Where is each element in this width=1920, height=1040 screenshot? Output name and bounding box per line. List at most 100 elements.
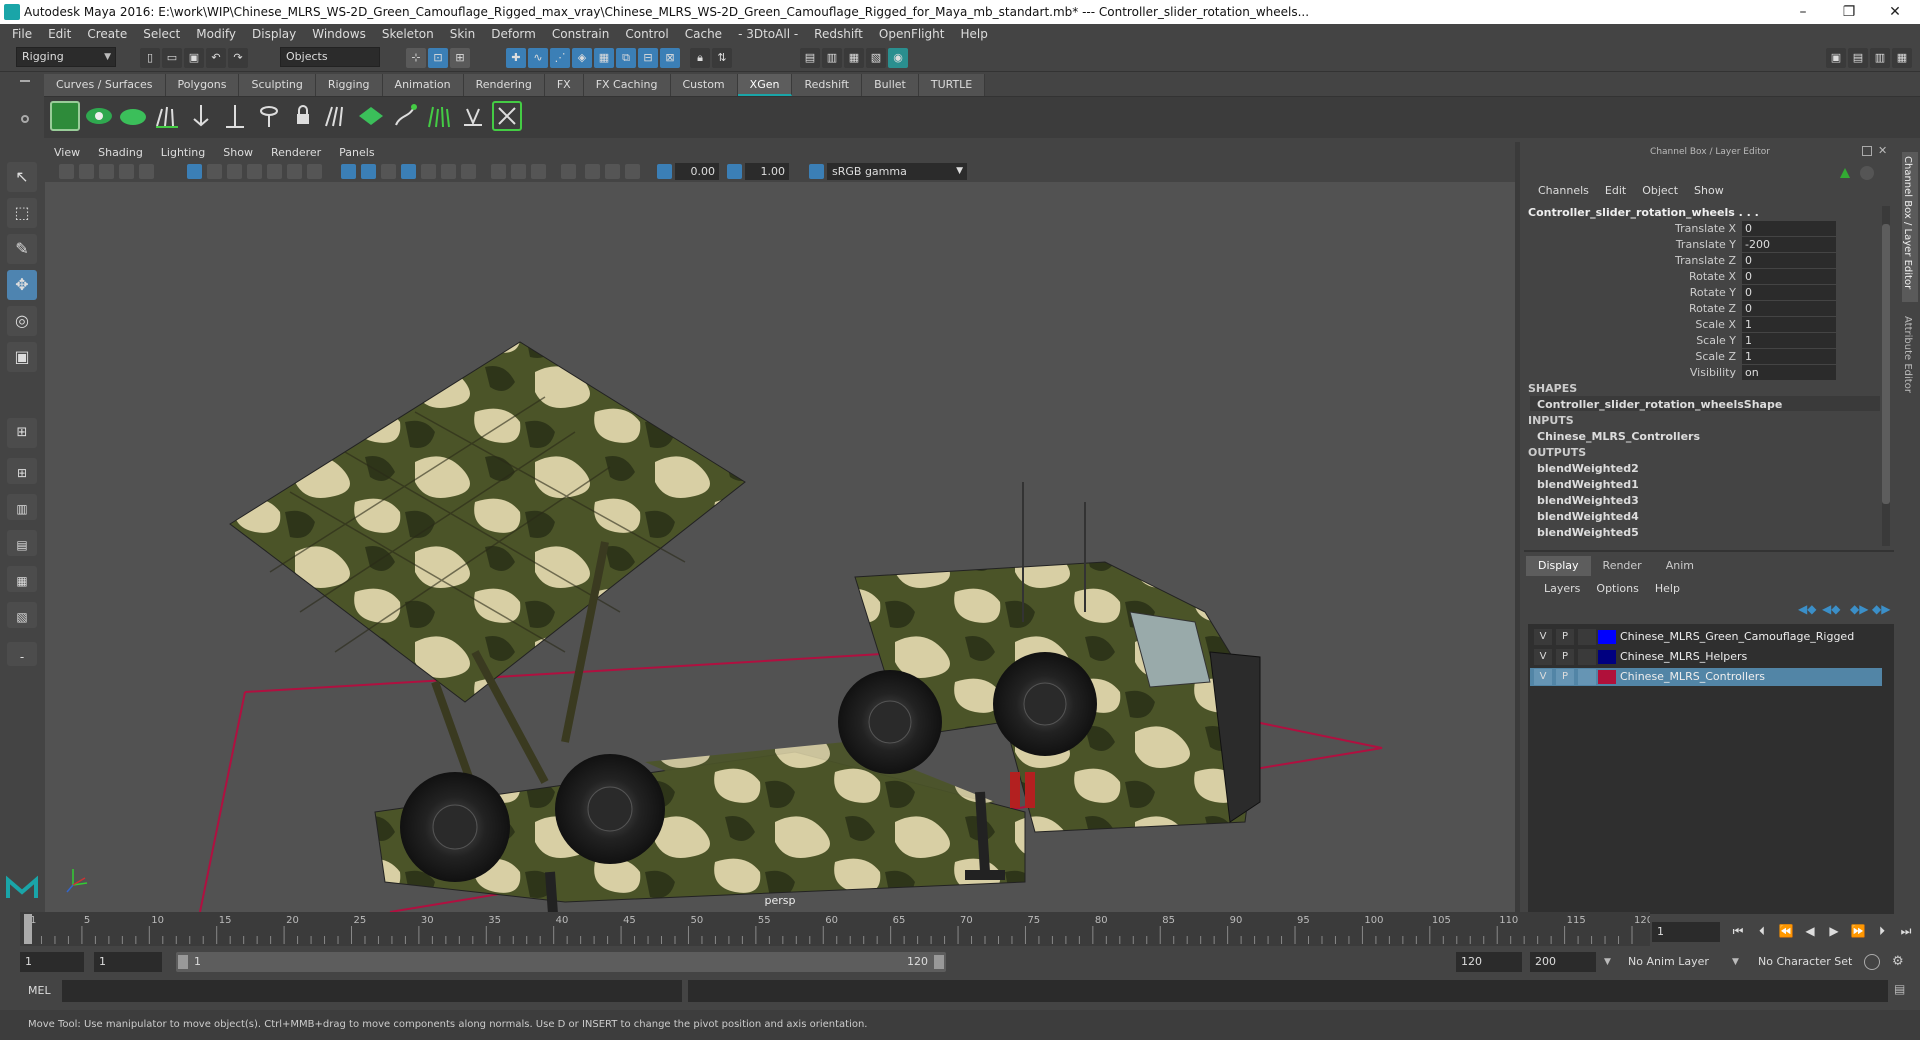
guide-visibility-icon[interactable] xyxy=(254,101,284,131)
play-forwards-icon[interactable]: ▶ xyxy=(1826,924,1842,938)
tab-rigging[interactable]: Rigging xyxy=(315,74,383,96)
layer-display-type[interactable] xyxy=(1578,629,1596,645)
animation-start-field[interactable]: 1 xyxy=(20,952,84,972)
layer-display-type[interactable] xyxy=(1578,669,1596,685)
channel-value[interactable]: 0 xyxy=(1742,301,1836,316)
tab-attribute-editor[interactable]: Attribute Editor xyxy=(1902,312,1918,402)
channel-label[interactable]: Translate Z xyxy=(1626,254,1736,267)
layer-playback-toggle[interactable]: P xyxy=(1556,629,1574,645)
menu-openflight[interactable]: OpenFlight xyxy=(871,27,953,41)
channel-value[interactable]: on xyxy=(1742,365,1836,380)
range-start-handle[interactable] xyxy=(178,955,188,969)
go-to-end-icon[interactable]: ⏭ xyxy=(1898,924,1914,938)
channel-layer-divider[interactable] xyxy=(1524,550,1894,552)
viewport-menu-panels[interactable]: Panels xyxy=(330,146,383,159)
attribute-toggle-icon[interactable] xyxy=(1860,166,1874,180)
close-panel-icon[interactable]: ✕ xyxy=(1878,144,1892,158)
field-chart-icon[interactable] xyxy=(267,164,282,179)
snap-live-icon[interactable]: ⧉ xyxy=(616,48,636,68)
tab-polygons[interactable]: Polygons xyxy=(165,74,240,96)
viewport-menu-shading[interactable]: Shading xyxy=(89,146,152,159)
step-forward-frame-icon[interactable]: ⏵ xyxy=(1874,924,1890,938)
shape-node[interactable]: Controller_slider_rotation_wheelsShape xyxy=(1537,398,1782,411)
exposure-icon[interactable] xyxy=(657,164,672,179)
selection-mask-dropdown[interactable]: Objects xyxy=(280,47,380,67)
guide-density-icon[interactable] xyxy=(322,101,352,131)
chevron-down-icon[interactable]: ▼ xyxy=(1604,952,1616,972)
history-icon[interactable]: ⊟ xyxy=(638,48,658,68)
film-gate-icon[interactable] xyxy=(207,164,222,179)
channel-value[interactable]: 1 xyxy=(1742,317,1836,332)
layer-color-swatch[interactable] xyxy=(1598,630,1616,644)
move-layer-down-icon[interactable]: ◀◆ xyxy=(1822,602,1840,616)
open-scene-icon[interactable]: ▭ xyxy=(162,48,182,68)
layer-name[interactable]: Chinese_MLRS_Green_Camouflage_Rigged xyxy=(1620,630,1854,643)
mel-command-input[interactable] xyxy=(62,980,682,1002)
menu-control[interactable]: Control xyxy=(617,27,676,41)
layer-visibility-toggle[interactable]: V xyxy=(1534,629,1552,645)
channel-value[interactable]: 0 xyxy=(1742,221,1836,236)
tab-bullet[interactable]: Bullet xyxy=(862,74,919,96)
layer-visibility-toggle[interactable]: V xyxy=(1534,649,1552,665)
menu-skeleton[interactable]: Skeleton xyxy=(374,27,442,41)
shelf-settings-icon[interactable] xyxy=(21,115,29,123)
time-slider[interactable]: 1 5 10 15 20 25 30 35 40 45 50 55 60 65 70 75 80 85 90 95 10… xyxy=(20,912,1653,946)
menu-modify[interactable]: Modify xyxy=(188,27,244,41)
toggle-channel-box-icon[interactable]: ▦ xyxy=(1892,48,1912,68)
camera-attributes-icon[interactable] xyxy=(79,164,94,179)
cb-menu-edit[interactable]: Edit xyxy=(1597,184,1634,197)
layer-playback-toggle[interactable]: P xyxy=(1556,669,1574,685)
outliner-persp-layout-icon[interactable]: ▧ xyxy=(7,602,37,628)
layer-row-selected[interactable]: V P Chinese_MLRS_Controllers xyxy=(1530,668,1882,686)
outliner-toggle-icon[interactable] xyxy=(1838,166,1852,180)
snap-surface-icon[interactable]: ▦ xyxy=(594,48,614,68)
tab-animation[interactable]: Animation xyxy=(382,74,464,96)
tab-anim[interactable]: Anim xyxy=(1654,556,1706,576)
channel-value[interactable]: 1 xyxy=(1742,333,1836,348)
menu-redshift[interactable]: Redshift xyxy=(806,27,871,41)
channel-value[interactable]: 0 xyxy=(1742,269,1836,284)
float-panel-icon[interactable] xyxy=(1862,146,1872,156)
xgen-description-icon[interactable] xyxy=(118,101,148,131)
menu-skin[interactable]: Skin xyxy=(442,27,484,41)
render-view-icon[interactable]: ◉ xyxy=(888,48,908,68)
select-object-icon[interactable]: ⊡ xyxy=(428,48,448,68)
2d-pan-zoom-icon[interactable] xyxy=(139,164,154,179)
output-node[interactable]: blendWeighted2 xyxy=(1537,462,1639,475)
gamma-icon[interactable] xyxy=(727,164,742,179)
channel-label[interactable]: Translate Y xyxy=(1626,238,1736,251)
depth-of-field-icon[interactable] xyxy=(531,164,546,179)
step-forward-key-icon[interactable]: ⏩ xyxy=(1850,924,1866,938)
menu-edit[interactable]: Edit xyxy=(40,27,79,41)
four-view-layout-icon[interactable]: ⊞ xyxy=(7,458,37,484)
menu-deform[interactable]: Deform xyxy=(483,27,544,41)
cb-menu-show[interactable]: Show xyxy=(1686,184,1732,197)
current-frame-field[interactable]: 1 xyxy=(1652,922,1720,942)
tab-fx[interactable]: FX xyxy=(544,74,584,96)
selected-object-name[interactable]: Controller_slider_rotation_wheels . . . xyxy=(1528,206,1759,219)
tab-channel-box-layer-editor[interactable]: Channel Box / Layer Editor xyxy=(1902,152,1918,302)
menu-cache[interactable]: Cache xyxy=(677,27,730,41)
viewport-menu-view[interactable]: View xyxy=(45,146,89,159)
input-node[interactable]: Chinese_MLRS_Controllers xyxy=(1537,430,1700,443)
new-layer-selected-icon[interactable]: ◆▶ xyxy=(1850,602,1868,616)
layer-row[interactable]: V P Chinese_MLRS_Helpers xyxy=(1530,648,1882,666)
grid-icon[interactable] xyxy=(187,164,202,179)
output-node[interactable]: blendWeighted5 xyxy=(1537,526,1639,539)
select-hierarchy-icon[interactable]: ⊹ xyxy=(406,48,426,68)
channel-label[interactable]: Scale Y xyxy=(1626,334,1736,347)
layer-name[interactable]: Chinese_MLRS_Controllers xyxy=(1620,670,1765,683)
channel-label[interactable]: Scale Z xyxy=(1626,350,1736,363)
go-to-start-icon[interactable]: ⏮ xyxy=(1730,924,1746,938)
cb-menu-object[interactable]: Object xyxy=(1634,184,1686,197)
menu-select[interactable]: Select xyxy=(135,27,188,41)
grass-icon[interactable] xyxy=(424,101,454,131)
scale-tool-icon[interactable]: ▣ xyxy=(7,342,37,372)
collision-icon[interactable] xyxy=(458,101,488,131)
cb-menu-channels[interactable]: Channels xyxy=(1530,184,1597,197)
anti-aliasing-icon[interactable] xyxy=(511,164,526,179)
channel-value[interactable]: 0 xyxy=(1742,253,1836,268)
single-perspective-view-icon[interactable]: ⊞ xyxy=(7,418,37,448)
range-end-handle[interactable] xyxy=(934,955,944,969)
tab-curves-surfaces[interactable]: Curves / Surfaces xyxy=(44,74,166,96)
